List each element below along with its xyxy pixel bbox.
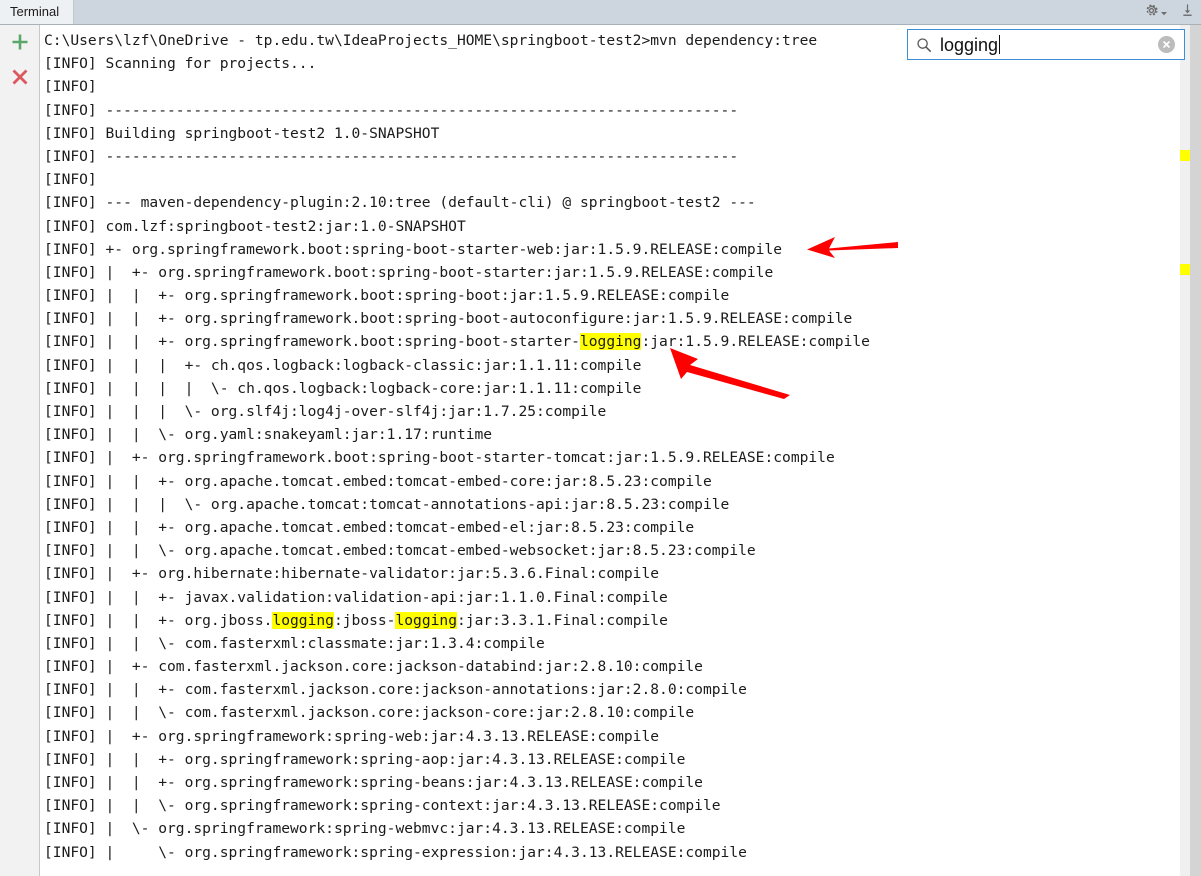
close-icon [9,66,31,93]
terminal-line: [INFO] | | | \- org.apache.tomcat:tomcat… [44,495,730,513]
tool-window-titlebar: Terminal [0,0,1201,25]
terminal-line: [INFO] | | | +- ch.qos.logback:logback-c… [44,356,642,374]
terminal-line: [INFO] [44,171,106,189]
vertical-scrollbar[interactable] [1190,25,1201,876]
terminal-line: [INFO] | +- org.springframework:spring-w… [44,727,660,745]
terminal-line: [INFO] | | +- org.springframework.boot:s… [44,333,870,351]
terminal-line: [INFO] | | \- com.fasterxml:classmate:ja… [44,634,545,652]
close-session-button[interactable] [8,67,32,91]
terminal-line: [INFO] | | \- org.springframework:spring… [44,797,721,815]
tool-tab-label: Terminal [10,4,60,19]
terminal-line: [INFO] | | +- org.apache.tomcat.embed:to… [44,472,712,490]
search-input[interactable]: logging [932,30,1158,59]
terminal-line: [INFO] com.lzf:springboot-test2:jar:1.0-… [44,217,466,235]
search-highlight: logging [579,333,642,351]
terminal-line: [INFO] ---------------------------------… [44,147,739,165]
terminal-line: [INFO] | | +- javax.validation:validatio… [44,588,668,606]
terminal-line: [INFO] | | | | \- ch.qos.logback:logback… [44,379,642,397]
terminal-line: [INFO] | +- org.springframework.boot:spr… [44,449,835,467]
chevron-down-icon [1160,4,1168,22]
terminal-line: [INFO] ---------------------------------… [44,101,739,119]
search-input-value: logging [940,34,999,55]
terminal-line: [INFO] | | \- com.fasterxml.jackson.core… [44,704,695,722]
terminal-line: [INFO] | +- org.hibernate:hibernate-vali… [44,565,660,583]
terminal-line: [INFO] Building springboot-test2 1.0-SNA… [44,124,440,142]
terminal-line: [INFO] --- maven-dependency-plugin:2.10:… [44,194,756,212]
terminal-tool-window: Terminal C:\Users\lzf\OneDrive - tp.edu.… [0,0,1201,876]
text-caret [999,35,1001,54]
terminal-line: [INFO] | | +- org.jboss.logging:jboss-lo… [44,611,668,629]
terminal-line: [INFO] | | \- org.apache.tomcat.embed:to… [44,542,756,560]
terminal-line: [INFO] | | +- org.springframework:spring… [44,774,703,791]
terminal-gutter [0,25,40,876]
terminal-line: [INFO] | | +- org.springframework.boot:s… [44,287,730,305]
terminal-line: [INFO] | | \- org.yaml:snakeyaml:jar:1.1… [44,426,493,444]
search-icon [916,37,932,53]
search-field[interactable]: logging [907,29,1185,60]
terminal-line: [INFO] | | +- org.springframework:spring… [44,750,686,768]
search-marker-strip [1180,25,1201,876]
gear-icon [1144,3,1159,23]
terminal-line: [INFO] | +- com.fasterxml.jackson.core:j… [44,658,703,676]
terminal-line: [INFO] | \- org.springframework:spring-w… [44,820,686,838]
tab-terminal[interactable]: Terminal [0,0,75,24]
settings-button[interactable] [1144,3,1168,23]
hide-icon [1180,2,1195,23]
plus-icon [9,31,31,58]
terminal-line: [INFO] | | +- org.apache.tomcat.embed:to… [44,518,695,536]
terminal-output-area[interactable]: C:\Users\lzf\OneDrive - tp.edu.tw\IdeaPr… [41,25,1180,876]
search-highlight: logging [395,611,457,629]
clear-search-button[interactable] [1158,36,1175,53]
terminal-line: [INFO] | \- org.springframework:spring-e… [44,843,747,861]
terminal-line: [INFO] | +- org.springframework.boot:spr… [44,263,774,281]
new-session-button[interactable] [8,32,32,56]
titlebar-actions [1144,0,1195,25]
terminal-line: [INFO] +- org.springframework.boot:sprin… [44,240,783,258]
terminal-line: [INFO] [44,78,106,96]
hide-button[interactable] [1180,2,1195,23]
terminal-line: [INFO] | | | \- org.slf4j:log4j-over-slf… [44,403,607,420]
search-highlight: logging [272,611,334,629]
terminal-line: [INFO] | | +- org.springframework.boot:s… [44,310,853,328]
terminal-line: [INFO] | | +- com.fasterxml.jackson.core… [44,681,747,699]
terminal-lines: C:\Users\lzf\OneDrive - tp.edu.tw\IdeaPr… [41,29,1180,864]
